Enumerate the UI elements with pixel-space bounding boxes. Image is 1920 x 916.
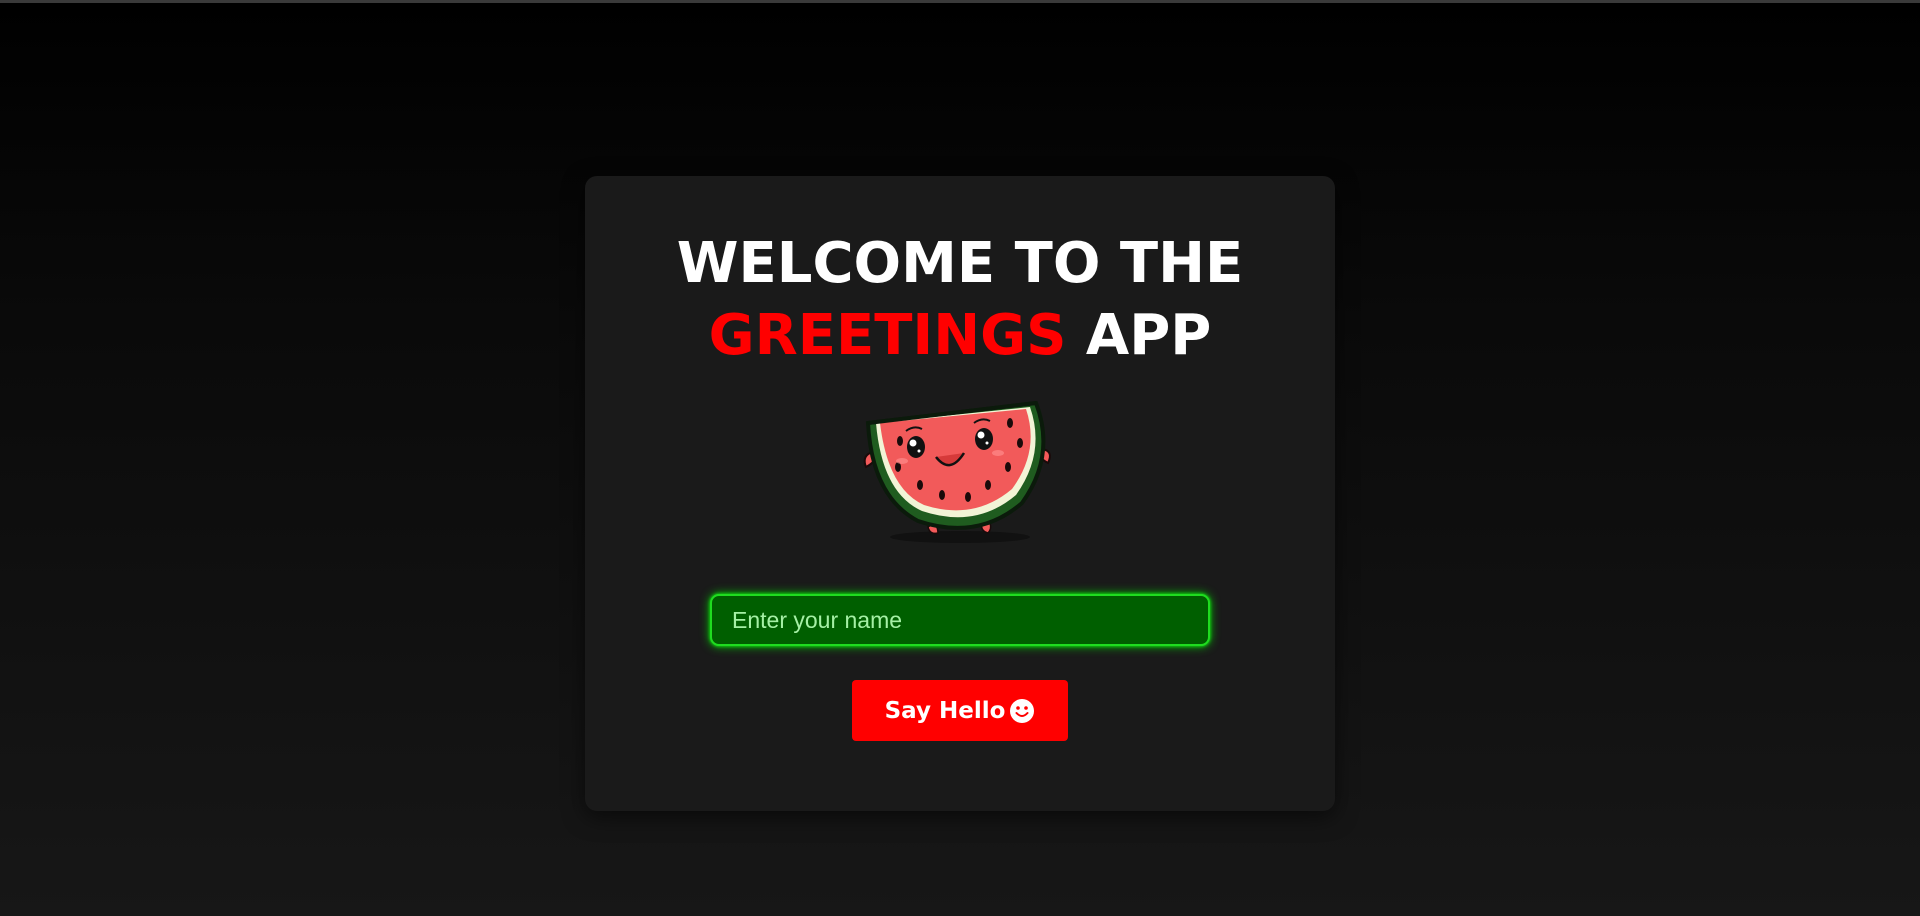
name-input[interactable] bbox=[710, 594, 1210, 646]
window-top-border bbox=[0, 0, 1920, 3]
say-hello-button[interactable]: Say Hello bbox=[852, 680, 1068, 741]
page-title: WELCOME TO THE GREETINGS APP bbox=[585, 228, 1335, 372]
say-hello-label: Say Hello bbox=[884, 697, 1006, 724]
greeting-card: WELCOME TO THE GREETINGS APP Enter your … bbox=[585, 176, 1335, 811]
title-end-word: APP bbox=[1085, 303, 1212, 368]
title-line-1: WELCOME TO THE bbox=[676, 231, 1244, 296]
smiley-icon bbox=[1009, 698, 1035, 724]
title-accent-word: GREETINGS bbox=[708, 303, 1067, 368]
watermelon-mascot-icon bbox=[863, 401, 1051, 543]
